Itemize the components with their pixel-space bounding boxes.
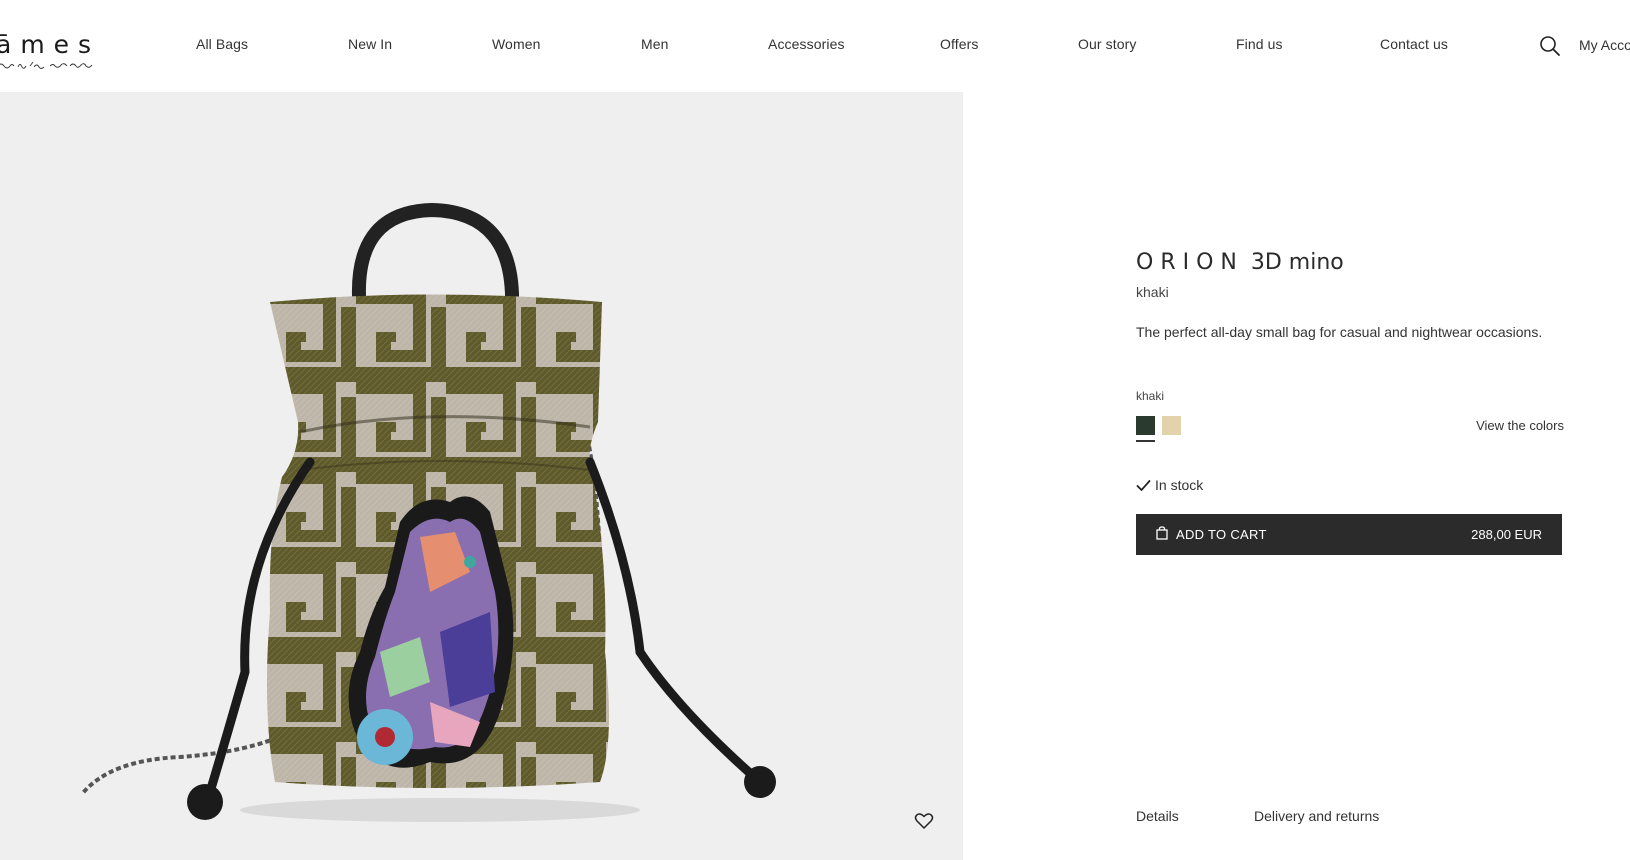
add-to-cart-button[interactable]: ADD TO CART 288,00 EUR (1136, 514, 1562, 555)
product-model: 3D mino (1250, 250, 1344, 275)
selected-color-label: khaki (1136, 389, 1165, 403)
swatch-khaki[interactable] (1136, 416, 1155, 435)
nav-women[interactable]: Women (492, 36, 540, 52)
product-description: The perfect all-day small bag for casual… (1136, 324, 1543, 340)
product-info: ORION 3D mino khaki The perfect all-day … (1136, 250, 1564, 555)
product-photo[interactable] (0, 92, 963, 860)
add-to-cart-label: ADD TO CART (1176, 527, 1267, 542)
logo-script-tagline (0, 61, 93, 69)
check-icon (1136, 479, 1151, 491)
nav-our-story[interactable]: Our story (1078, 36, 1136, 52)
swatch-selected-indicator (1136, 440, 1155, 442)
site-header: āmes All Bags New In Women Men Accessori… (0, 0, 1630, 92)
stock-label: In stock (1155, 477, 1204, 493)
nav-contact-us[interactable]: Contact us (1380, 36, 1448, 52)
nav-men[interactable]: Men (641, 36, 669, 52)
main-nav: All Bags New In Women Men Accessories Of… (0, 36, 1630, 58)
nav-new-in[interactable]: New In (348, 36, 392, 52)
product-gallery (0, 92, 963, 860)
my-account-link[interactable]: My Account (1579, 37, 1630, 53)
stock-status: In stock (1136, 477, 1203, 493)
tab-delivery-returns[interactable]: Delivery and returns (1254, 808, 1379, 824)
nav-all-bags[interactable]: All Bags (196, 36, 248, 52)
product-price: 288,00 EUR (1471, 527, 1542, 542)
nav-offers[interactable]: Offers (940, 36, 978, 52)
product-brand: ORION (1136, 250, 1244, 275)
nav-find-us[interactable]: Find us (1236, 36, 1283, 52)
search-icon[interactable] (1538, 34, 1562, 58)
tab-details[interactable]: Details (1136, 808, 1179, 824)
nav-accessories[interactable]: Accessories (768, 36, 845, 52)
shopping-bag-icon (1156, 526, 1168, 540)
product-title: ORION 3D mino (1136, 250, 1564, 275)
swatch-beige[interactable] (1162, 416, 1181, 435)
view-colors-link[interactable]: View the colors (1476, 418, 1564, 433)
product-color-name: khaki (1136, 284, 1169, 300)
wishlist-heart-icon[interactable] (913, 810, 935, 832)
